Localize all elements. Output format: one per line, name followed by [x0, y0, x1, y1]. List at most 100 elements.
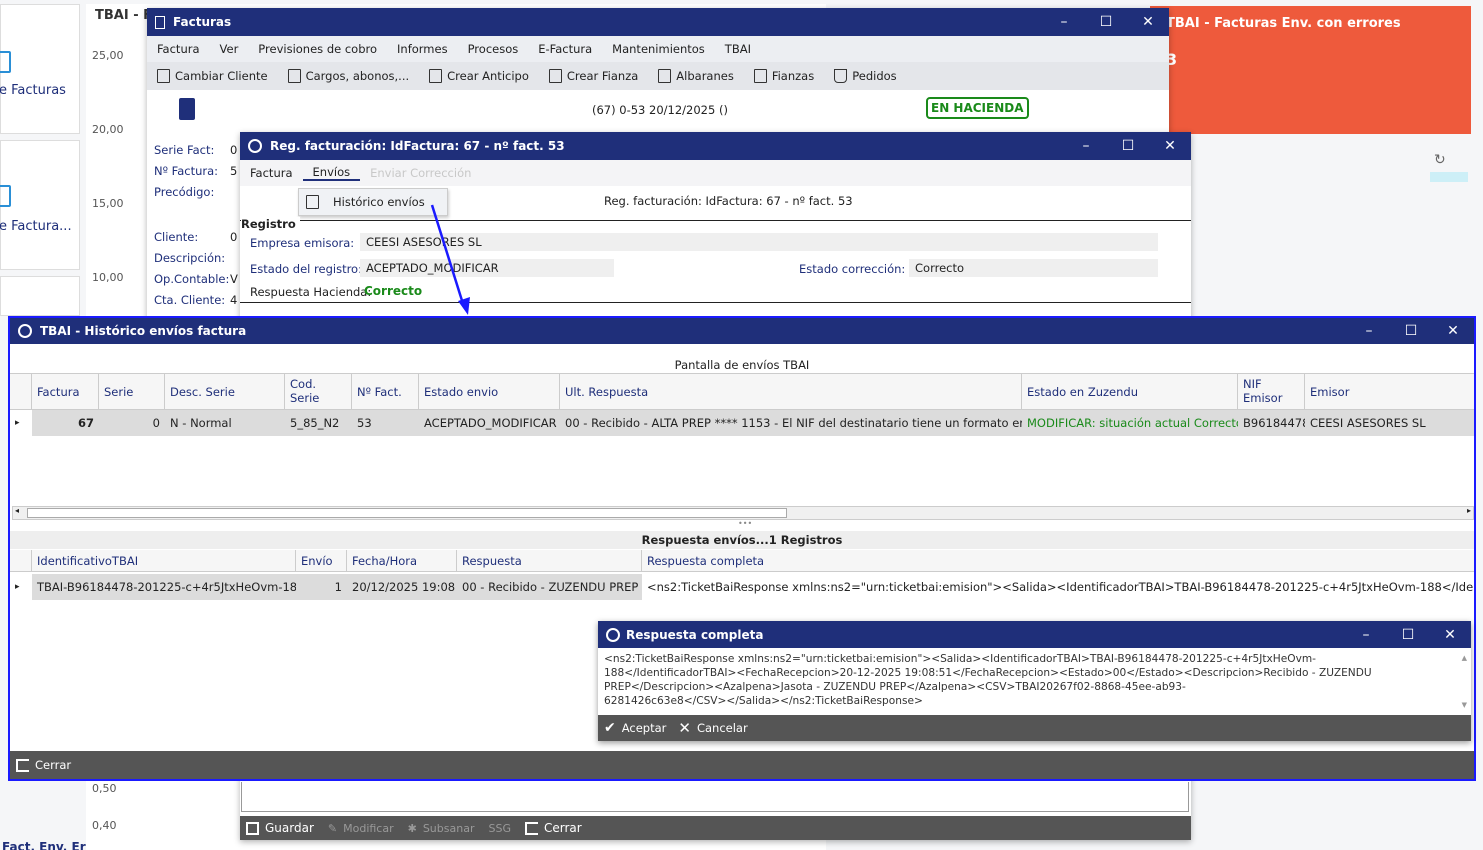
aceptar-button[interactable]: ✔ Aceptar [604, 720, 666, 736]
albaranes-button[interactable]: Albaranes [648, 69, 744, 83]
num-factura-field[interactable]: 5 [230, 164, 237, 178]
reg-titlebar[interactable]: Reg. facturación: IdFactura: 67 - nº fac… [240, 132, 1191, 160]
cell-respuesta: 00 - Recibido - ZUZENDU PREP [462, 580, 639, 594]
cargos-button[interactable]: Cargos, abonos,... [278, 69, 420, 83]
respuesta-caption: Respuesta envíos...1 Registros [10, 531, 1474, 549]
cliente-field[interactable]: 0 [230, 230, 237, 244]
respuesta-titlebar[interactable]: Respuesta completa – ☐ ✕ [598, 621, 1471, 648]
textarea-scroll-up[interactable]: ▲ [1462, 654, 1467, 662]
menu-mantenimientos[interactable]: Mantenimientos [602, 42, 715, 56]
col-num-fact[interactable]: Nº Fact. [352, 374, 419, 409]
maximize-icon[interactable]: ☐ [1390, 323, 1432, 339]
maximize-icon[interactable]: ☐ [1107, 138, 1149, 154]
respuesta-textarea[interactable]: <ns2:TicketBaiResponse xmlns:ns2="urn:ti… [598, 648, 1471, 714]
menu-envios[interactable]: Envíos [302, 165, 361, 181]
table-row[interactable]: ▸ TBAI-B96184478-201225-c+4r5JtxHeOvm-18… [10, 574, 1474, 600]
edit-icon: ✎ [327, 821, 338, 835]
facturas-menubar: Factura Ver Previsiones de cobro Informe… [147, 36, 1169, 62]
historico-footer: Cerrar [10, 751, 1474, 779]
scroll-thumb[interactable] [27, 508, 787, 518]
close-icon[interactable]: ✕ [1149, 138, 1191, 154]
col-emisor[interactable]: Emisor [1305, 374, 1474, 409]
refresh-icon[interactable]: ↻ [1434, 152, 1446, 168]
error-panel[interactable]: TBAI - Facturas Env. con errores 3 [1150, 6, 1471, 134]
menu-factura[interactable]: Factura [147, 42, 210, 56]
minimize-icon[interactable]: – [1065, 138, 1107, 154]
col-estado-zuzendu[interactable]: Estado en Zuzendu [1022, 374, 1238, 409]
col-envio[interactable]: Envío [296, 550, 347, 571]
cell-identificativo: TBAI-B96184478-201225-c+4r5JtxHeOvm-188 [37, 580, 296, 594]
col-cod-serie[interactable]: Cod. Serie [285, 374, 352, 409]
menu-factura[interactable]: Factura [240, 166, 303, 180]
menu-previsiones[interactable]: Previsiones de cobro [248, 42, 387, 56]
historico-titlebar[interactable]: TBAI - Histórico envíos factura – ☐ ✕ [10, 318, 1474, 344]
cell-fecha-hora: 20/12/2025 19:08 [352, 580, 456, 594]
col-fecha-hora[interactable]: Fecha/Hora [347, 550, 457, 571]
crear-anticipo-button[interactable]: Crear Anticipo [419, 69, 539, 83]
scroll-right-arrow[interactable]: ▸ [1467, 506, 1471, 515]
reg-subtitle: Reg. facturación: IdFactura: 67 - nº fac… [604, 194, 853, 208]
window-title: TBAI - Histórico envíos factura [40, 324, 247, 338]
text-line: <ns2:TicketBaiResponse xmlns:ns2="urn:ti… [604, 653, 1317, 665]
maximize-icon[interactable]: ☐ [1387, 627, 1429, 643]
textarea-scroll-down[interactable]: ▼ [1462, 701, 1467, 709]
col-nif-emisor[interactable]: NIF Emisor [1238, 374, 1305, 409]
menu-informes[interactable]: Informes [387, 42, 458, 56]
clipboard-icon [306, 195, 319, 209]
crear-fianza-button[interactable]: Crear Fianza [539, 69, 648, 83]
col-estado-envio[interactable]: Estado envio [419, 374, 560, 409]
horizontal-scrollbar[interactable]: ◂ ▸ [12, 506, 1474, 520]
label-precodigo: Precódigo: [154, 185, 215, 199]
fianzas-button[interactable]: Fianzas [744, 69, 824, 83]
col-respuesta[interactable]: Respuesta [457, 550, 642, 571]
label-cta-cliente: Cta. Cliente: [154, 293, 226, 307]
op-contable-field[interactable]: V [230, 272, 238, 286]
maximize-icon[interactable]: ☐ [1085, 14, 1127, 30]
estado-correccion-field[interactable]: Correcto [909, 259, 1158, 277]
button-label: Subsanar [422, 821, 475, 835]
cta-cliente-field[interactable]: 4 [230, 293, 237, 307]
document-icon [0, 185, 11, 207]
facturas-titlebar[interactable]: Facturas – ☐ ✕ [147, 8, 1169, 36]
splitter-handle[interactable]: ••• [738, 519, 752, 528]
col-factura[interactable]: Factura [32, 374, 99, 409]
col-desc-serie[interactable]: Desc. Serie [165, 374, 285, 409]
respuesta-hacienda-value: Correcto [364, 284, 423, 298]
menu-tbai[interactable]: TBAI [715, 42, 761, 56]
serie-field[interactable]: 0 [230, 143, 237, 157]
menu-ver[interactable]: Ver [210, 42, 249, 56]
scroll-left-arrow[interactable]: ◂ [15, 506, 19, 515]
col-serie[interactable]: Serie [99, 374, 165, 409]
pedidos-button[interactable]: Pedidos [824, 69, 906, 83]
tile-factura-2[interactable]: e Factura... [0, 140, 80, 270]
menu-efactura[interactable]: E-Factura [528, 42, 602, 56]
col-ult-respuesta[interactable]: Ult. Respuesta [560, 374, 1022, 409]
table-row[interactable]: ▸ 67 0 N - Normal 5_85_N2 53 ACEPTADO_MO… [10, 410, 1474, 436]
col-identificativo[interactable]: IdentificativoTBAI [32, 550, 296, 571]
minimize-icon[interactable]: – [1345, 627, 1387, 643]
document-icon [155, 15, 165, 29]
cancelar-button[interactable]: ✕ Cancelar [678, 719, 747, 737]
exit-icon [16, 758, 29, 772]
cell-nif-emisor: B96184478 [1243, 416, 1305, 430]
cerrar-button[interactable]: Cerrar [524, 821, 582, 835]
close-icon[interactable]: ✕ [1127, 14, 1169, 30]
estado-registro-field[interactable]: ACEPTADO_MODIFICAR [360, 259, 614, 277]
close-icon[interactable]: ✕ [1429, 627, 1471, 643]
tile-facturas[interactable]: e Facturas [0, 4, 80, 134]
button-label: Pedidos [852, 69, 897, 83]
cyan-bar [1430, 172, 1468, 182]
cambiar-cliente-button[interactable]: Cambiar Cliente [147, 69, 278, 83]
button-label: Albaranes [676, 69, 734, 83]
guardar-button[interactable]: Guardar [246, 821, 314, 835]
cerrar-button[interactable]: Cerrar [16, 758, 71, 772]
menu-procesos[interactable]: Procesos [458, 42, 529, 56]
cell-envio: 1 [334, 580, 342, 594]
minimize-icon[interactable]: – [1043, 14, 1085, 30]
tile-3[interactable] [0, 276, 80, 316]
button-label: Cambiar Cliente [175, 69, 268, 83]
close-icon[interactable]: ✕ [1432, 323, 1474, 339]
facturas-toolbar: Cambiar Cliente Cargos, abonos,... Crear… [147, 62, 1169, 90]
minimize-icon[interactable]: – [1348, 323, 1390, 339]
col-respuesta-completa[interactable]: Respuesta completa [642, 550, 1474, 571]
